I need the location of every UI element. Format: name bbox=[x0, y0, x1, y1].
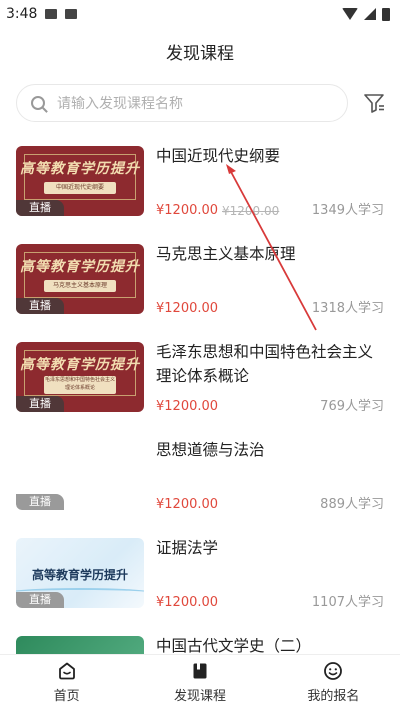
course-cover: 高等教育学历提升 直播 bbox=[16, 538, 144, 608]
battery-icon bbox=[382, 7, 390, 21]
course-learners: 1107人学习 bbox=[311, 595, 384, 610]
search-placeholder: 请输入发现课程名称 bbox=[57, 96, 183, 112]
course-item[interactable]: 高等教育学历提升 直播 证据法学 ¥1200.00 1107人学习 bbox=[0, 530, 400, 626]
course-price: ¥1200.00 bbox=[156, 301, 219, 316]
page-title: 发现课程 bbox=[166, 43, 234, 64]
live-tag: 直播 bbox=[16, 200, 64, 216]
course-item[interactable]: 高等教育学历提升 中国近现代史纲要 直播 中国近现代史纲要 ¥1200.00 ¥… bbox=[0, 138, 400, 234]
course-title: 思想道德与法治 bbox=[156, 441, 265, 459]
course-original-price: ¥1200.00 bbox=[222, 204, 280, 218]
app-notification-icon bbox=[65, 9, 78, 19]
status-bar: 3:48 bbox=[0, 0, 400, 28]
tab-home[interactable]: 首页 bbox=[0, 655, 133, 710]
course-title: 中国近现代史纲要 bbox=[156, 147, 281, 165]
smile-icon bbox=[324, 662, 343, 680]
course-title: 证据法学 bbox=[156, 539, 219, 557]
course-item[interactable]: 直播 思想道德与法治 ¥1200.00 889人学习 bbox=[0, 432, 400, 528]
course-title: 毛泽东思想和中国特色社会主义理论体系概论 bbox=[156, 343, 374, 385]
filter-icon[interactable] bbox=[362, 91, 386, 115]
course-title: 马克思主义基本原理 bbox=[156, 245, 296, 263]
bottom-tab-bar: 首页 发现课程 我的报名 bbox=[0, 654, 400, 710]
course-learners: 769人学习 bbox=[320, 399, 384, 414]
tab-home-label: 首页 bbox=[53, 689, 80, 704]
course-learners: 889人学习 bbox=[320, 497, 384, 512]
tab-discover-label: 发现课程 bbox=[173, 689, 226, 704]
course-price: ¥1200.00 bbox=[156, 399, 219, 414]
course-price: ¥1200.00 bbox=[156, 203, 219, 218]
image-notification-icon bbox=[45, 9, 58, 19]
course-learners: 1318人学习 bbox=[311, 301, 384, 316]
search-icon bbox=[31, 96, 45, 110]
wifi-icon bbox=[342, 8, 358, 20]
live-tag: 直播 bbox=[16, 592, 64, 608]
course-item[interactable]: 高等教育学历提升 马克思主义基本原理 直播 马克思主义基本原理 ¥1200.00… bbox=[0, 236, 400, 332]
status-time: 3:48 bbox=[6, 6, 38, 22]
live-tag: 直播 bbox=[16, 494, 64, 510]
live-tag: 直播 bbox=[16, 396, 64, 412]
course-cover: 高等教育学历提升 马克思主义基本原理 直播 bbox=[16, 244, 144, 314]
search-input[interactable]: 请输入发现课程名称 bbox=[16, 84, 348, 122]
tab-discover[interactable]: 发现课程 bbox=[133, 655, 266, 710]
course-cover: 高等教育学历提升 中国近现代史纲要 直播 bbox=[16, 146, 144, 216]
home-icon bbox=[58, 662, 75, 680]
course-item[interactable]: 高等教育学历提升 毛泽东思想和中国特色社会主义理论体系概论 直播 毛泽东思想和中… bbox=[0, 334, 400, 430]
tab-my-signup-label: 我的报名 bbox=[307, 689, 360, 704]
course-cover: 直播 bbox=[16, 440, 144, 510]
course-learners: 1349人学习 bbox=[311, 203, 384, 218]
signal-icon bbox=[364, 8, 376, 20]
book-icon bbox=[193, 663, 207, 679]
course-price: ¥1200.00 bbox=[156, 595, 219, 610]
live-tag: 直播 bbox=[16, 298, 64, 314]
course-price: ¥1200.00 bbox=[156, 497, 219, 512]
course-cover: 高等教育学历提升 毛泽东思想和中国特色社会主义理论体系概论 直播 bbox=[16, 342, 144, 412]
tab-my-signup[interactable]: 我的报名 bbox=[267, 655, 400, 710]
search-row: 请输入发现课程名称 bbox=[0, 74, 400, 126]
